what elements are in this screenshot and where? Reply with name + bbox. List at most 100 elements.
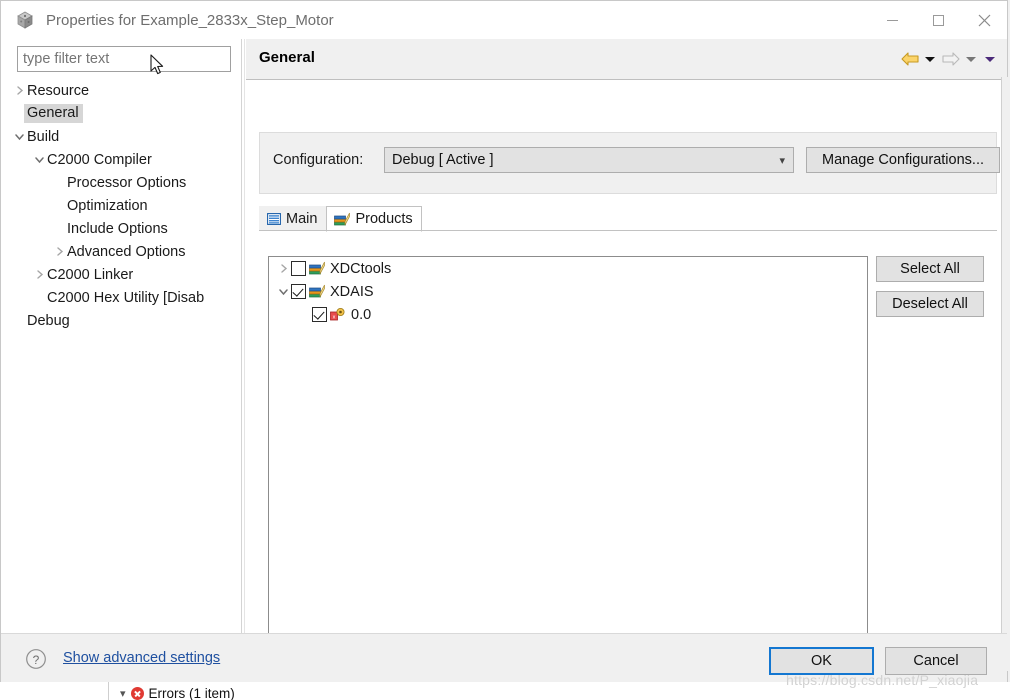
sidebar-item-label: Processor Options [67, 174, 187, 191]
sidebar-item-general[interactable]: General [1, 102, 241, 125]
background-divider [108, 682, 109, 700]
back-history-dropdown[interactable] [921, 48, 941, 70]
window-title: Properties for Example_2833x_Step_Motor [46, 11, 334, 29]
sidebar-item-build[interactable]: Build [1, 125, 241, 148]
manage-configurations-label: Manage Configurations... [821, 152, 984, 168]
chevron-down-icon[interactable] [31, 154, 47, 165]
sidebar-item-label: Build [27, 128, 60, 145]
tab-label: Products [355, 211, 413, 227]
close-icon [978, 14, 990, 26]
chevron-down-icon [925, 56, 935, 62]
sidebar-item-label: Include Options [67, 220, 168, 237]
svg-text:x: x [333, 315, 336, 321]
cancel-label: Cancel [913, 653, 959, 669]
pane-divider-shadow [244, 39, 245, 633]
back-arrow-icon[interactable] [901, 48, 920, 70]
sidebar-item-debug[interactable]: Debug [1, 309, 241, 332]
settings-tree[interactable]: Resource General Build C2000 Compiler Proces… [1, 79, 241, 594]
sidebar-item-label: Advanced Options [67, 243, 186, 260]
configuration-label: Configuration: [273, 152, 364, 168]
close-button[interactable] [961, 1, 1007, 39]
books-icon [309, 284, 325, 299]
sidebar-item-c2000-compiler[interactable]: C2000 Compiler [1, 148, 241, 171]
sidebar-item-resource[interactable]: Resource [1, 79, 241, 102]
dialog-body: Resource General Build C2000 Compiler Proces… [1, 39, 1008, 671]
product-checkbox[interactable] [291, 261, 306, 276]
problems-errors-row[interactable]: ▾ Errors (1 item) [120, 686, 235, 700]
select-all-button[interactable]: Select All [876, 256, 984, 282]
sidebar-item-advanced-options[interactable]: Advanced Options [1, 240, 241, 263]
page-menu-dropdown[interactable] [983, 48, 997, 70]
sidebar-item-label: C2000 Hex Utility [Disab [47, 289, 205, 306]
sidebar-item-include-options[interactable]: Include Options [1, 217, 241, 240]
tab-products[interactable]: Products [326, 206, 422, 232]
sidebar-item-optimization[interactable]: Optimization [1, 194, 241, 217]
settings-navigation-pane: Resource General Build C2000 Compiler Proces… [1, 39, 241, 655]
chevron-right-icon[interactable] [51, 246, 67, 257]
chevron-right-icon[interactable] [31, 269, 47, 280]
product-checkbox[interactable] [291, 284, 306, 299]
sidebar-item-c2000-linker[interactable]: C2000 Linker [1, 263, 241, 286]
manage-configurations-button[interactable]: Manage Configurations... [806, 147, 1000, 173]
tab-label: Main [286, 211, 318, 227]
deselect-all-button[interactable]: Deselect All [876, 291, 984, 317]
maximize-button[interactable] [915, 1, 961, 39]
page-history-nav [901, 48, 997, 70]
title-bar: Properties for Example_2833x_Step_Motor [1, 1, 1007, 39]
show-advanced-settings-link[interactable]: Show advanced settings [63, 650, 220, 666]
dialog-right-edge [1001, 77, 1008, 671]
chevron-right-icon[interactable] [11, 85, 27, 96]
products-tree[interactable]: XDCtools XDAIS x 0.0 [268, 256, 868, 642]
forward-history-dropdown[interactable] [962, 48, 982, 70]
properties-dialog: Properties for Example_2833x_Step_Motor [0, 0, 1008, 682]
configuration-group: Configuration: Debug [ Active ] ▾ Manage… [259, 132, 1000, 194]
books-icon [309, 261, 325, 276]
tab-main[interactable]: Main [259, 206, 327, 231]
product-label: XDCtools [330, 260, 392, 277]
chevron-right-icon[interactable] [275, 263, 291, 274]
screen: ▾ Errors (1 item) Properties for Example… [0, 0, 1010, 700]
settings-detail-pane: General Configuration: Debug [Active] … [246, 39, 1007, 642]
pane-divider [241, 39, 242, 633]
product-checkbox[interactable] [312, 307, 327, 322]
configuration-select[interactable]: Debug [ Active ] ▾ [384, 147, 794, 173]
cancel-button[interactable]: Cancel [885, 647, 987, 675]
chevron-down-icon: ▾ [779, 155, 785, 167]
button-label: Select All [900, 261, 960, 277]
chevron-down-icon [985, 56, 995, 62]
help-icon[interactable]: ? [25, 648, 47, 675]
minimize-icon [886, 19, 898, 21]
product-row[interactable]: x 0.0 [269, 303, 867, 326]
product-row[interactable]: XDCtools [269, 257, 867, 280]
configuration-selected-value: Debug [ Active ] [392, 152, 494, 168]
books-icon [334, 212, 351, 227]
products-actions: Select All Deselect All [876, 256, 984, 326]
sidebar-item-c2000-hex-utility-disab[interactable]: C2000 Hex Utility [Disab [1, 286, 241, 309]
forward-arrow-icon[interactable] [942, 48, 961, 70]
maximize-icon [932, 14, 944, 26]
sidebar-item-label: C2000 Linker [47, 266, 134, 283]
ok-button[interactable]: OK [769, 647, 874, 675]
errors-label: Errors (1 item) [148, 686, 235, 700]
chevron-down-icon[interactable] [275, 286, 291, 297]
cube-icon [15, 10, 35, 30]
main-list-icon [267, 212, 281, 226]
page-title: General [259, 49, 315, 66]
sidebar-item-label: Resource [27, 82, 90, 99]
sidebar-item-processor-options[interactable]: Processor Options [1, 171, 241, 194]
sidebar-item-label: General [24, 104, 83, 123]
error-icon [130, 687, 144, 700]
chevron-down-icon: ▾ [120, 688, 126, 700]
page-header: General [246, 39, 1007, 79]
product-label: 0.0 [351, 306, 372, 323]
tab-strip-underline [259, 230, 997, 231]
minimize-button[interactable] [869, 1, 915, 39]
product-row[interactable]: XDAIS [269, 280, 867, 303]
chevron-down-icon [966, 56, 976, 62]
filter-input[interactable] [17, 46, 231, 72]
svg-text:?: ? [33, 653, 40, 667]
ok-label: OK [811, 653, 832, 669]
watermark: https://blog.csdn.net/P_xiaojia [786, 672, 979, 688]
version-gear-icon: x [330, 307, 346, 322]
chevron-down-icon[interactable] [11, 131, 27, 142]
